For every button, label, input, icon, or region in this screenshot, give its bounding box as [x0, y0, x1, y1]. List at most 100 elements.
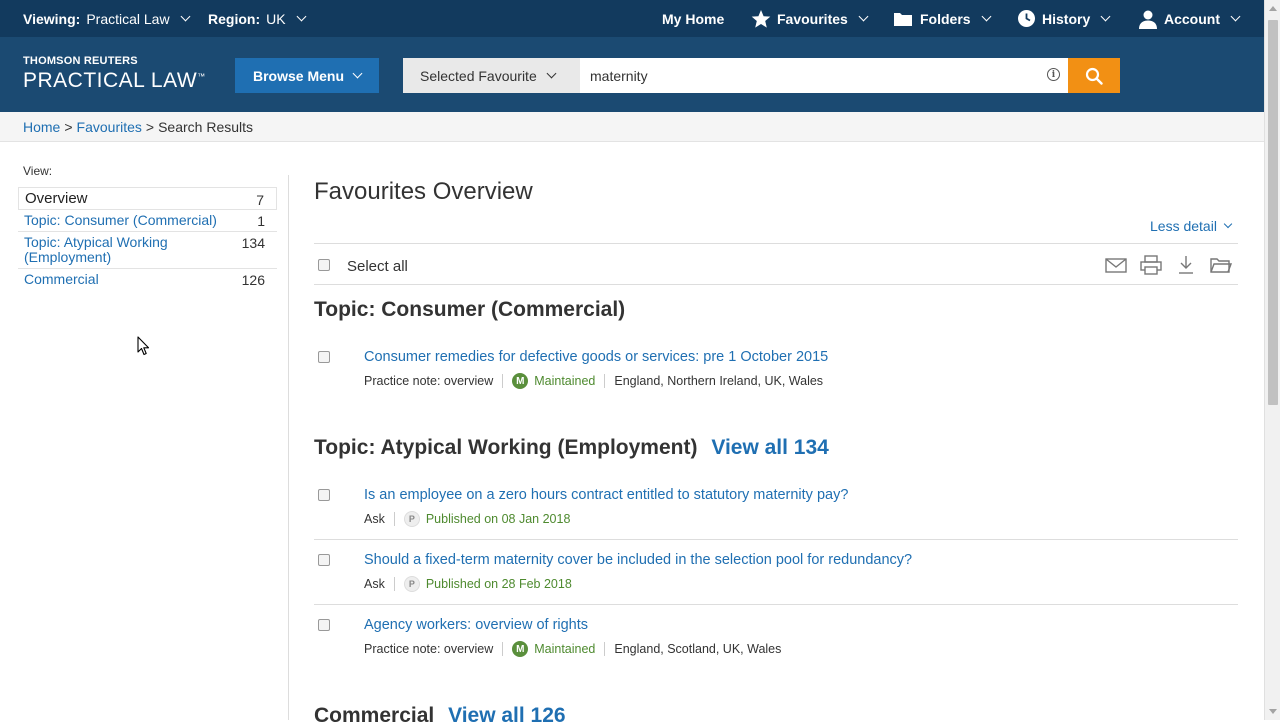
- my-home-label: My Home: [662, 10, 725, 27]
- scroll-down-arrow-icon[interactable]: [1269, 709, 1277, 714]
- result-type: Practice note: overview: [364, 642, 494, 656]
- result-type: Ask: [364, 512, 385, 526]
- breadcrumb-separator: >: [64, 118, 73, 135]
- maintained-badge: M: [512, 373, 529, 389]
- chevron-down-icon: [1100, 11, 1111, 22]
- breadcrumb-favourites[interactable]: Favourites: [77, 119, 142, 135]
- divider: [314, 604, 1238, 605]
- top-utility-bar: Viewing: Practical Law Region: UK My Hom…: [0, 0, 1264, 37]
- published-badge: P: [403, 576, 420, 592]
- facet-count: 7: [256, 192, 264, 208]
- brand-logo[interactable]: PRACTICAL LAW™: [23, 69, 206, 93]
- chevron-down-icon: [296, 11, 307, 22]
- result-jurisdictions: England, Scotland, UK, Wales: [614, 642, 782, 656]
- region-value: UK: [266, 10, 286, 27]
- result-meta: Ask P Published on 08 Jan 2018: [364, 511, 570, 527]
- result-meta: Practice note: overview M Maintained Eng…: [364, 373, 823, 389]
- result-type: Practice note: overview: [364, 374, 494, 388]
- browse-menu-label: Browse Menu: [252, 67, 344, 84]
- search-button[interactable]: [1068, 58, 1120, 93]
- brand-company: THOMSON REUTERS: [23, 55, 138, 67]
- facet-label: Topic: Consumer (Commercial): [24, 212, 217, 228]
- divider: [314, 284, 1238, 285]
- site-header: THOMSON REUTERS PRACTICAL LAW™ Browse Me…: [0, 37, 1264, 112]
- breadcrumb: Home > Favourites > Search Results: [0, 112, 1264, 142]
- separator: [604, 642, 606, 656]
- account-menu[interactable]: Account: [1138, 0, 1241, 37]
- viewing-selector[interactable]: Viewing: Practical Law: [23, 0, 191, 37]
- history-label: History: [1042, 10, 1091, 27]
- facet-topic-atypical-working[interactable]: Topic: Atypical Working (Employment) 134: [18, 232, 277, 269]
- chevron-down-icon: [546, 68, 557, 79]
- search-input[interactable]: maternity: [580, 58, 1068, 93]
- less-detail-toggle[interactable]: Less detail: [1150, 218, 1233, 234]
- facet-topic-consumer[interactable]: Topic: Consumer (Commercial) 1: [18, 210, 277, 232]
- view-all-link[interactable]: View all 126: [448, 704, 566, 727]
- email-icon[interactable]: [1105, 255, 1127, 275]
- result-status: Published on 28 Feb 2018: [425, 577, 572, 591]
- result-meta: Ask P Published on 28 Feb 2018: [364, 576, 572, 592]
- result-meta: Practice note: overview M Maintained Eng…: [364, 641, 781, 657]
- scrollbar-thumb[interactable]: [1268, 20, 1278, 405]
- maintained-badge: M: [512, 641, 529, 657]
- breadcrumb-current: Search Results: [158, 118, 254, 135]
- favourites-menu[interactable]: Favourites: [751, 0, 869, 37]
- result-status: Maintained: [534, 374, 596, 388]
- result-title-link[interactable]: Should a fixed-term maternity cover be i…: [364, 552, 912, 568]
- result-status: Maintained: [534, 642, 596, 656]
- folders-menu[interactable]: Folders: [893, 0, 992, 37]
- divider: [314, 243, 1238, 244]
- result-title-link[interactable]: Is an employee on a zero hours contract …: [364, 487, 848, 503]
- section-heading-text: Topic: Atypical Working (Employment): [314, 436, 698, 459]
- separator: [502, 642, 504, 656]
- view-all-link[interactable]: View all 134: [711, 436, 829, 459]
- info-icon[interactable]: i: [1047, 68, 1060, 81]
- result-type: Ask: [364, 577, 385, 591]
- browse-menu-button[interactable]: Browse Menu: [235, 58, 379, 93]
- search-scope-value: Selected Favourite: [420, 67, 537, 84]
- region-selector[interactable]: Region: UK: [208, 0, 307, 37]
- section-heading-text: Commercial: [314, 704, 435, 727]
- scroll-up-arrow-icon[interactable]: [1269, 6, 1277, 11]
- result-title-link[interactable]: Agency workers: overview of rights: [364, 617, 588, 633]
- my-home-link[interactable]: My Home: [662, 0, 724, 37]
- less-detail-label: Less detail: [1150, 218, 1217, 234]
- result-checkbox[interactable]: [318, 619, 330, 631]
- separator: [604, 374, 606, 388]
- select-all-checkbox[interactable]: [318, 259, 330, 271]
- divider: [314, 539, 1238, 540]
- result-checkbox[interactable]: [318, 351, 330, 363]
- history-menu[interactable]: History: [1017, 0, 1111, 37]
- page-title: Favourites Overview: [314, 178, 533, 205]
- select-all-label: Select all: [347, 258, 408, 275]
- facet-count: 134: [241, 235, 265, 251]
- page-scrollbar[interactable]: [1264, 0, 1280, 720]
- section-heading-consumer: Topic: Consumer (Commercial): [314, 298, 625, 322]
- facet-overview[interactable]: Overview 7: [18, 187, 277, 210]
- viewing-value: Practical Law: [86, 10, 170, 27]
- published-badge: P: [403, 511, 420, 527]
- download-icon[interactable]: [1175, 255, 1197, 275]
- result-title-link[interactable]: Consumer remedies for defective goods or…: [364, 349, 828, 365]
- result-checkbox[interactable]: [318, 489, 330, 501]
- brand-name: PRACTICAL LAW: [23, 69, 198, 92]
- chevron-down-icon: [352, 68, 363, 79]
- folder-icon: [894, 12, 912, 26]
- facet-count: 126: [241, 272, 265, 288]
- result-checkbox[interactable]: [318, 554, 330, 566]
- trademark: ™: [197, 72, 206, 81]
- mouse-cursor-icon: [137, 336, 150, 356]
- search-scope-select[interactable]: Selected Favourite: [403, 58, 580, 93]
- print-icon[interactable]: [1140, 255, 1162, 275]
- chevron-down-icon: [180, 11, 191, 22]
- separator: [502, 374, 504, 388]
- clock-icon: [1018, 10, 1035, 27]
- breadcrumb-home[interactable]: Home: [23, 119, 60, 135]
- result-jurisdictions: England, Northern Ireland, UK, Wales: [614, 374, 824, 388]
- facet-commercial[interactable]: Commercial 126: [18, 269, 277, 291]
- folder-open-icon[interactable]: [1210, 255, 1232, 275]
- region-label: Region:: [208, 10, 261, 27]
- section-heading-text: Topic: Consumer (Commercial): [314, 298, 626, 321]
- separator: [393, 577, 395, 591]
- facet-label: Overview: [25, 190, 88, 207]
